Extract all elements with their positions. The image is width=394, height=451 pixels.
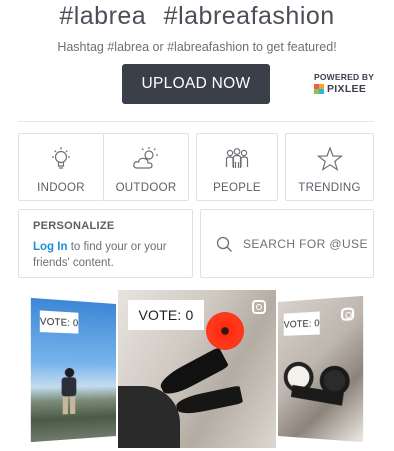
vote-badge[interactable]: VOTE: 0 (39, 310, 79, 334)
photo-flower (206, 312, 244, 350)
login-link[interactable]: Log In (33, 241, 68, 253)
category-label: TRENDING (298, 182, 361, 194)
pixlee-logo-icon (314, 84, 324, 94)
personalize-title: PERSONALIZE (33, 220, 115, 232)
hashtag-labreafashion: #labreafashion (163, 2, 335, 30)
powered-by-pixlee[interactable]: POWERED BY PIXLEE (314, 72, 378, 95)
pixlee-brand: PIXLEE (327, 83, 367, 95)
search-placeholder: SEARCH FOR @USE (243, 236, 368, 251)
vote-badge[interactable]: VOTE: 0 (128, 300, 204, 330)
gallery-photo-left[interactable]: VOTE: 0 (30, 297, 117, 443)
gallery-photo-center[interactable]: VOTE: 0 (118, 290, 276, 448)
hashtag-labrea: #labrea (59, 2, 147, 30)
upload-now-button[interactable]: UPLOAD NOW (122, 64, 270, 104)
hashtag-title: #labrea #labreafashion (0, 2, 394, 31)
star-icon (316, 146, 343, 172)
header-divider (18, 121, 374, 122)
photo-leg (118, 386, 180, 448)
category-people[interactable]: PEOPLE (196, 133, 278, 201)
page-subtitle: Hashtag #labrea or #labreafashion to get… (57, 40, 337, 54)
people-icon (225, 148, 249, 168)
category-outdoor[interactable]: OUTDOOR (103, 133, 189, 201)
photo-figure (61, 367, 77, 415)
category-label: PEOPLE (213, 182, 261, 194)
personalize-panel: PERSONALIZE Log In to find your or your … (18, 209, 193, 278)
instagram-icon (340, 307, 355, 321)
lightbulb-icon (52, 147, 70, 169)
category-label: OUTDOOR (115, 182, 177, 194)
photo-shoe (174, 385, 244, 417)
category-trending[interactable]: TRENDING (285, 133, 374, 201)
powered-by-label: POWERED BY (314, 72, 375, 82)
personalize-body: Log In to find your or your friends' con… (33, 239, 178, 271)
instagram-icon (252, 300, 266, 314)
sun-cloud-icon (133, 147, 158, 169)
gallery-photo-right[interactable]: VOTE: 0 (278, 295, 364, 443)
vote-badge[interactable]: VOTE: 0 (283, 311, 320, 336)
user-search-input[interactable]: SEARCH FOR @USE (200, 209, 374, 278)
search-icon (216, 236, 232, 252)
category-indoor[interactable]: INDOOR (18, 133, 104, 201)
category-label: INDOOR (37, 182, 85, 194)
